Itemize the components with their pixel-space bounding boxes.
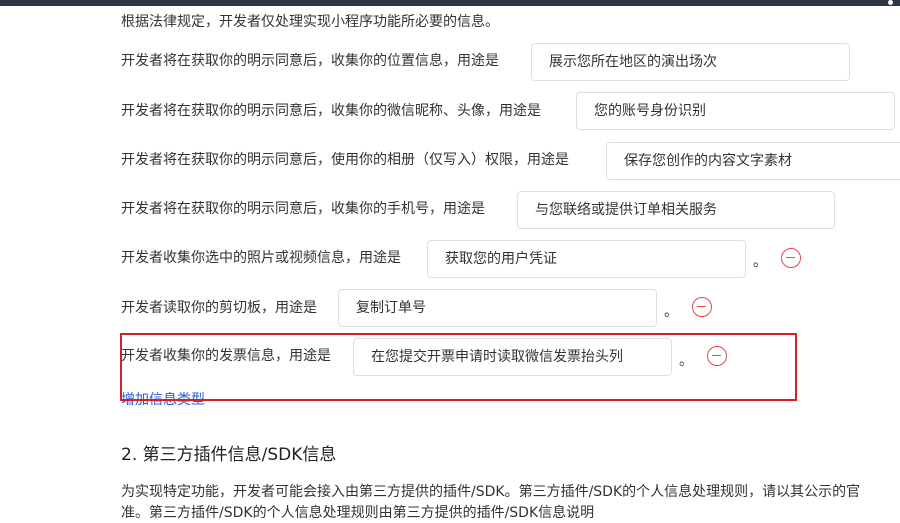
purpose-input-photo-video[interactable]: 获取您的用户凭证: [427, 240, 746, 278]
section-paragraph-line1: 为实现特定功能，开发者可能会接入由第三方提供的插件/SDK。第三方插件/SDK的…: [121, 484, 861, 500]
row-label-clipboard: 开发者读取你的剪切板，用途是: [121, 300, 317, 316]
period: 。: [753, 254, 767, 270]
top-bar: [0, 0, 900, 6]
purpose-input-clipboard[interactable]: 复制订单号: [338, 289, 657, 327]
period: 。: [664, 304, 678, 320]
highlight-box: [120, 333, 797, 401]
remove-circle-icon[interactable]: [692, 297, 712, 317]
purpose-input-location[interactable]: 展示您所在地区的演出场次: [531, 43, 850, 81]
purpose-input-album[interactable]: 保存您创作的内容文字素材: [606, 142, 900, 180]
purpose-input-phone[interactable]: 与您联络或提供订单相关服务: [517, 191, 835, 229]
purpose-input-nickname-avatar[interactable]: 您的账号身份识别: [576, 92, 895, 130]
intro-text: 根据法律规定，开发者仅处理实现小程序功能所必要的信息。: [121, 14, 499, 30]
row-label-photo-video: 开发者收集你选中的照片或视频信息，用途是: [121, 250, 401, 266]
row-label-phone: 开发者将在获取你的明示同意后，收集你的手机号，用途是: [121, 201, 485, 217]
remove-circle-icon[interactable]: [781, 248, 801, 268]
section-paragraph-line2: 准。第三方插件/SDK的个人信息处理规则由第三方提供的插件/SDK信息说明: [121, 505, 595, 521]
section-title-third-party: 2. 第三方插件信息/SDK信息: [121, 445, 337, 465]
row-label-nickname-avatar: 开发者将在获取你的明示同意后，收集你的微信昵称、头像，用途是: [121, 103, 541, 119]
row-label-location: 开发者将在获取你的明示同意后，收集你的位置信息，用途是: [121, 53, 499, 69]
row-label-album: 开发者将在获取你的明示同意后，使用你的相册（仅写入）权限，用途是: [121, 152, 569, 168]
corner-dot: [888, 0, 893, 5]
